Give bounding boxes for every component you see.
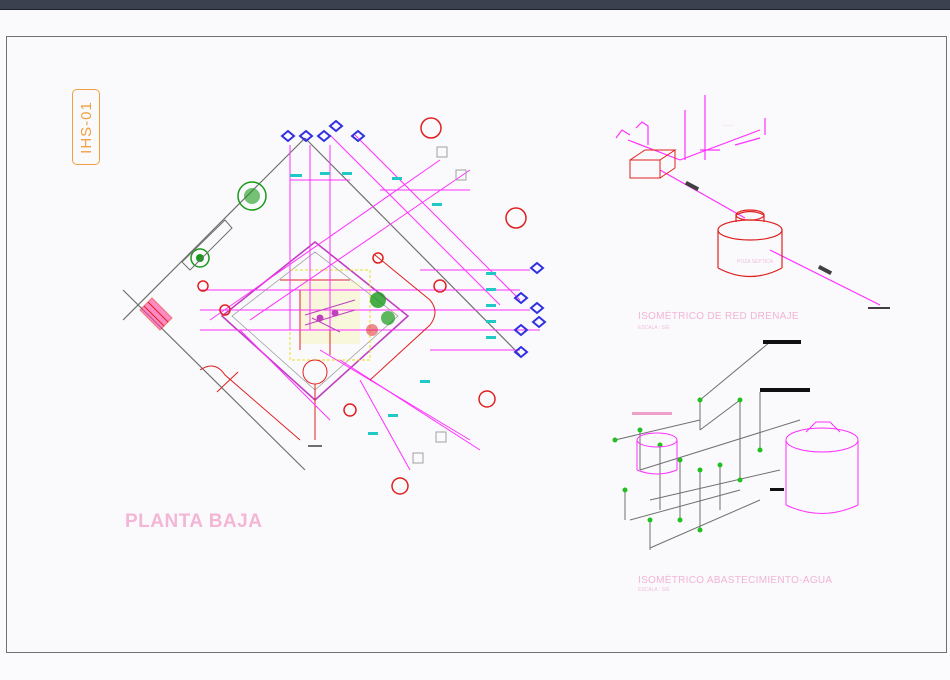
sheet-number-tag: IHS-01 <box>72 89 100 165</box>
water-isometric-title: ISOMÉTRICO ABASTECIMIENTO-AGUA <box>638 575 833 586</box>
sheet-number-label: IHS-01 <box>77 100 95 154</box>
drainage-labels <box>684 180 890 309</box>
water-isometric-drawing <box>612 340 859 550</box>
water-isometric-scale: ESCALA : S/E <box>638 587 670 593</box>
drainage-fittings <box>629 149 677 179</box>
stairs <box>139 297 173 331</box>
water-annotations <box>760 340 810 491</box>
viewer-bottom-strip <box>0 653 950 680</box>
septic-tank-label: POZA SEPTICA <box>737 259 774 265</box>
elevated-water-tanks <box>636 421 859 514</box>
viewer-top-bar <box>0 0 950 10</box>
inspection-chambers <box>197 117 527 495</box>
drainage-isometric-drawing: POZA SEPTICA ——— <box>615 95 890 309</box>
floor-plan-drawing <box>122 117 547 495</box>
landscape-trees <box>181 181 395 336</box>
drainage-note: ——— <box>722 122 734 127</box>
water-note-bar <box>632 412 672 415</box>
septic-tank <box>717 209 783 277</box>
drainage-pipes <box>615 95 881 306</box>
building-outline <box>220 240 410 402</box>
floor-plan-title: PLANTA BAJA <box>125 511 263 532</box>
registry-boxes <box>412 146 467 464</box>
drainage-isometric-title: ISOMÉTRICO DE RED DRENAJE <box>638 311 799 322</box>
water-supply-pipes <box>614 341 801 550</box>
